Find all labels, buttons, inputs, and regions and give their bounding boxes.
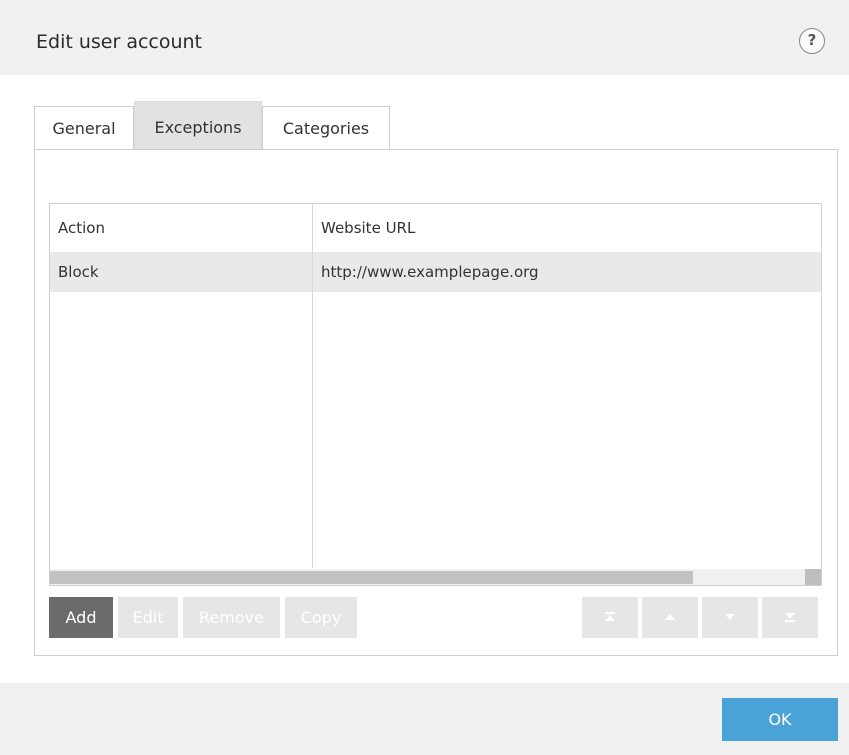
cell-action: Block: [58, 263, 99, 281]
tab-exceptions[interactable]: Exceptions: [134, 101, 262, 150]
move-up-icon[interactable]: [642, 597, 698, 638]
ok-button[interactable]: OK: [722, 698, 838, 741]
dialog-header: Edit user account ?: [0, 0, 849, 75]
table-row[interactable]: Block http://www.examplepage.org: [50, 252, 821, 292]
column-header-website-url[interactable]: Website URL: [313, 204, 821, 252]
move-down-glyph: [725, 614, 735, 620]
scrollbar-end: [805, 569, 821, 585]
horizontal-scrollbar[interactable]: [50, 569, 821, 585]
copy-button[interactable]: Copy: [285, 597, 357, 638]
tab-categories[interactable]: Categories: [262, 106, 390, 150]
move-down-icon[interactable]: [702, 597, 758, 638]
exceptions-table[interactable]: Action Website URL Block http://www.exam…: [49, 203, 822, 586]
move-to-top-icon[interactable]: [582, 597, 638, 638]
edit-button[interactable]: Edit: [118, 597, 178, 638]
help-icon[interactable]: ?: [799, 28, 825, 54]
move-to-bottom-glyph: [785, 613, 795, 622]
add-button[interactable]: Add: [49, 597, 113, 638]
scrollbar-thumb[interactable]: [50, 571, 693, 584]
tab-general[interactable]: General: [34, 106, 134, 150]
cell-website-url: http://www.examplepage.org: [321, 263, 539, 281]
table-header: Action Website URL: [50, 204, 821, 252]
remove-button[interactable]: Remove: [183, 597, 280, 638]
move-to-top-glyph: [605, 612, 615, 621]
move-to-bottom-icon[interactable]: [762, 597, 818, 638]
dialog-title: Edit user account: [36, 31, 203, 53]
move-up-glyph: [665, 614, 675, 620]
column-divider: [312, 204, 313, 568]
column-header-action[interactable]: Action: [50, 204, 312, 252]
